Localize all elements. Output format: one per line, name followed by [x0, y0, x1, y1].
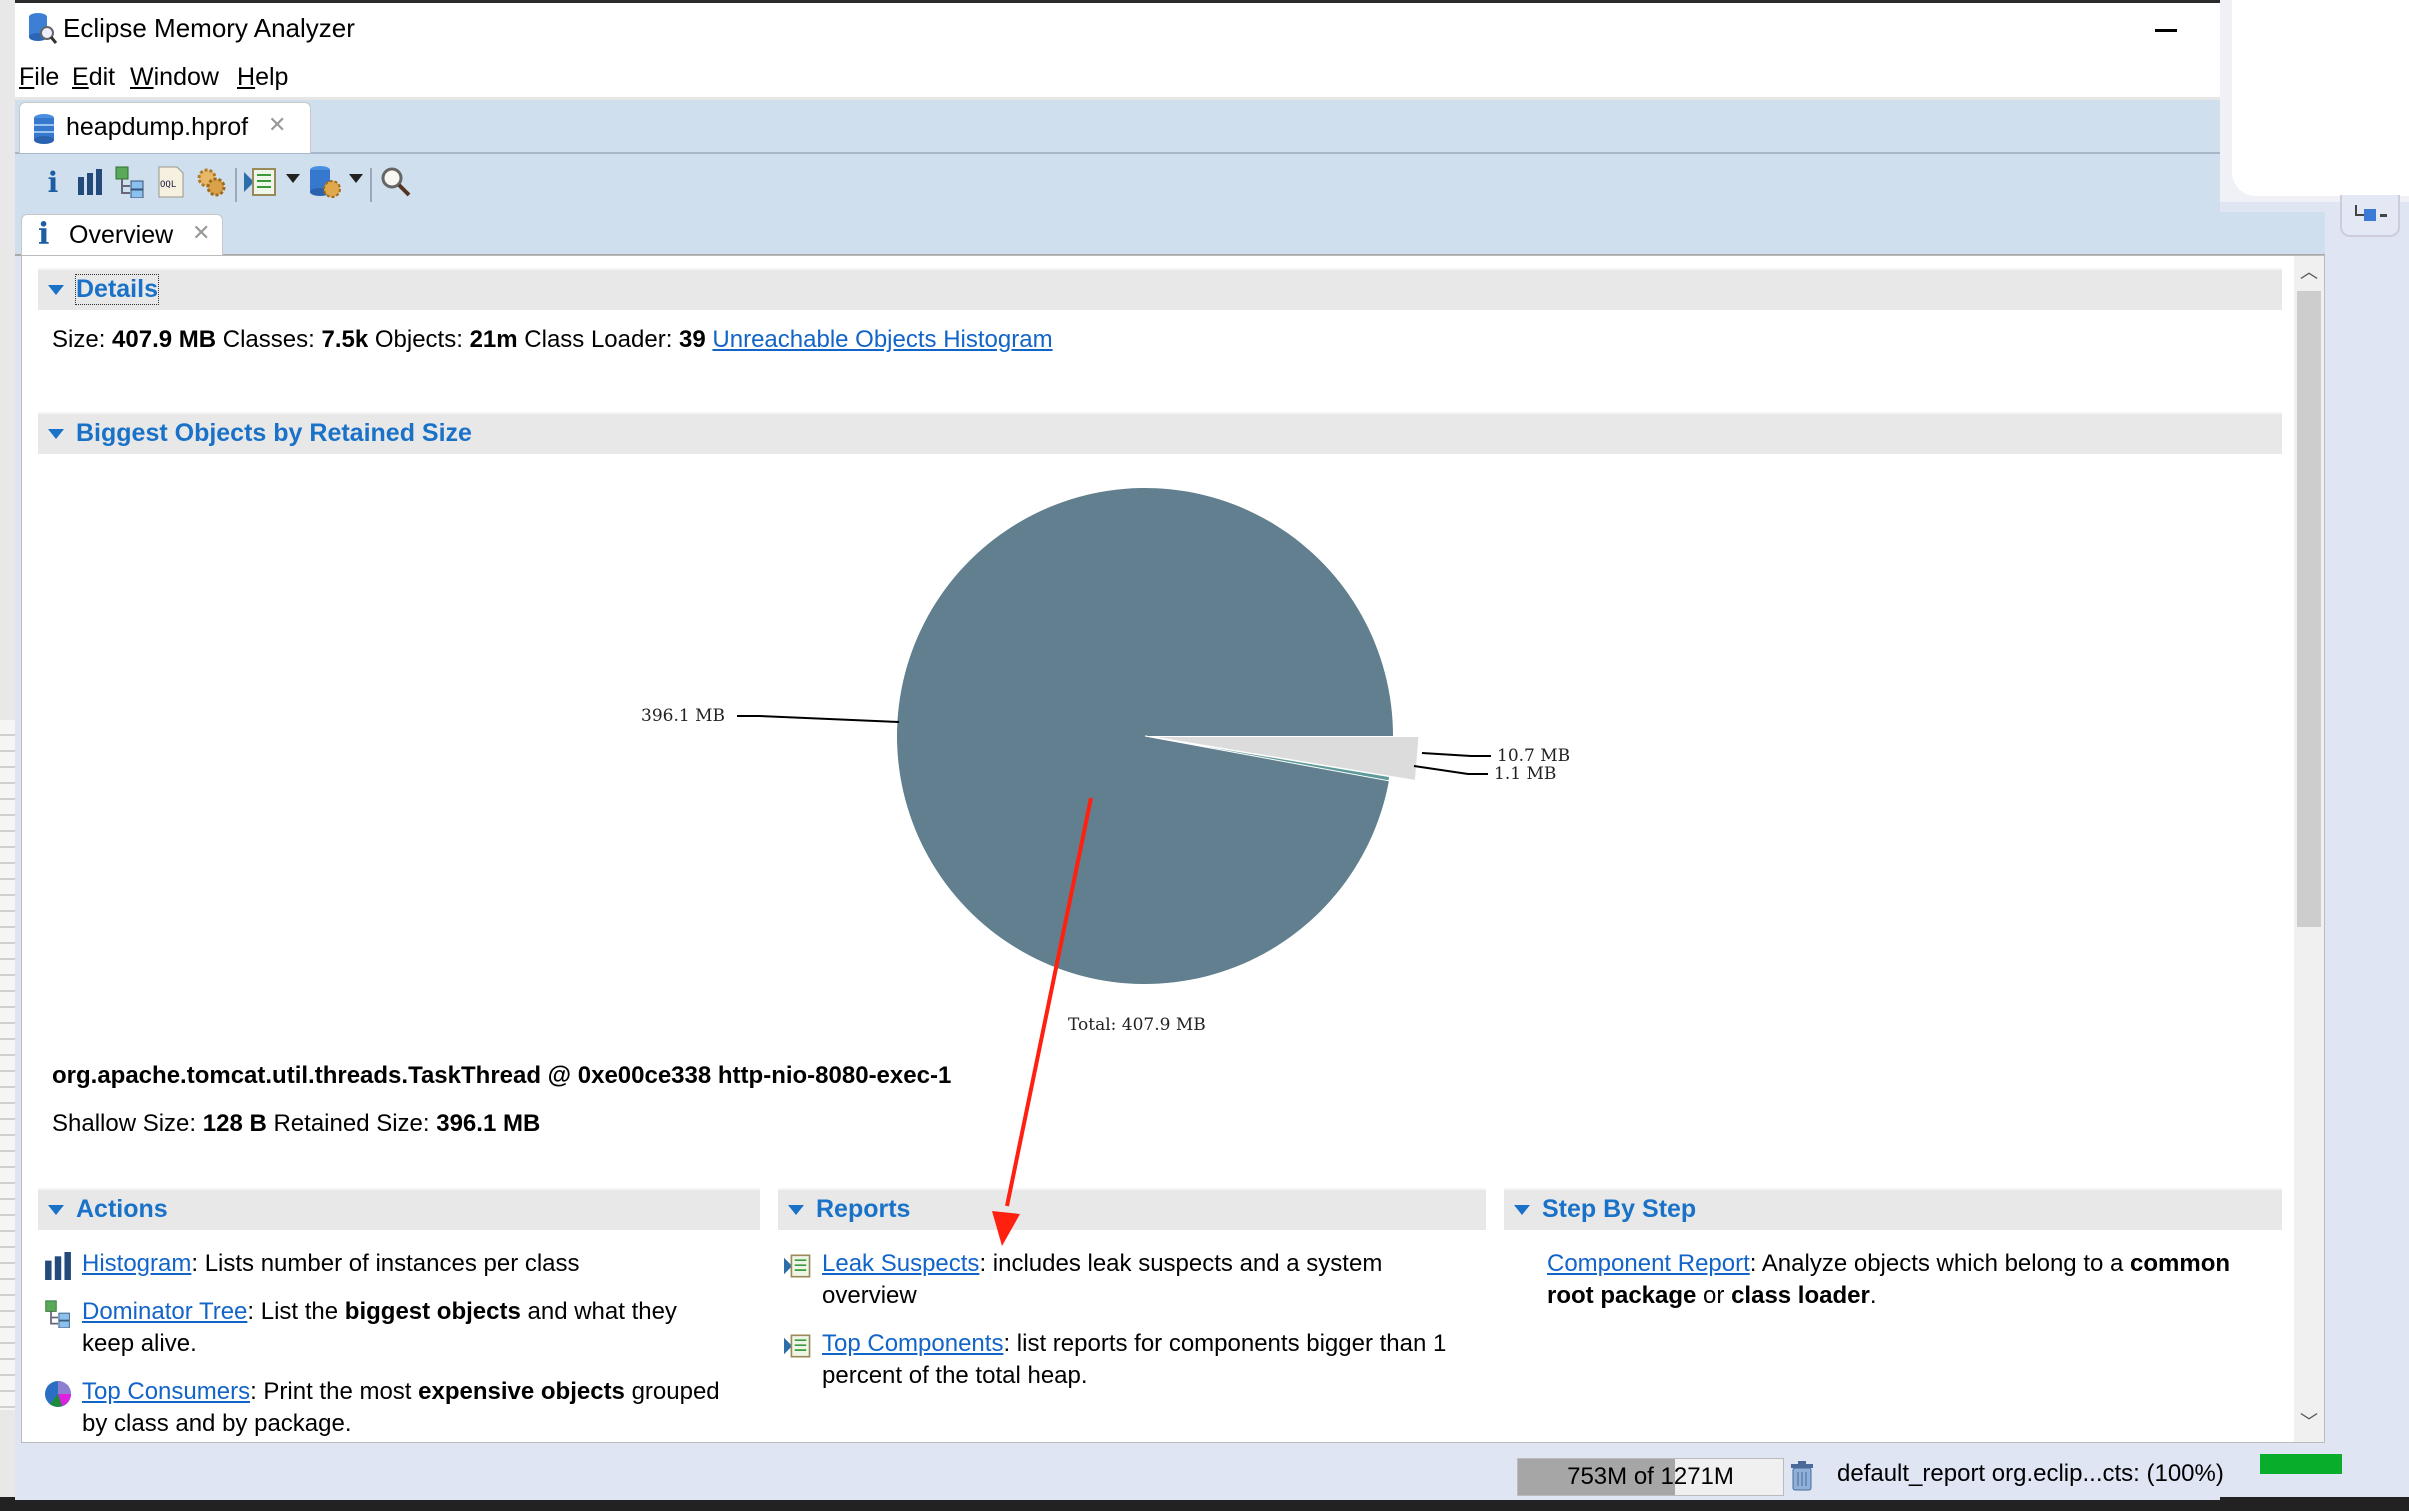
scroll-down-icon[interactable]: ﹀ — [2294, 1408, 2324, 1438]
query-browser-icon — [310, 166, 341, 198]
oql-icon: OQL — [158, 166, 184, 198]
menu-help[interactable]: Help — [237, 63, 288, 92]
overview-content: Details Size: 407.9 MB Classes: 7.5k Obj… — [21, 255, 2325, 1443]
menu-window[interactable]: Window — [130, 63, 219, 92]
tab-overview-label: Overview — [69, 221, 174, 249]
perspective-icon — [2355, 205, 2387, 221]
editor-tab-label: heapdump.hprof — [66, 113, 249, 141]
oql-button[interactable]: OQL — [153, 164, 189, 200]
close-icon[interactable]: ✕ — [268, 113, 286, 138]
perspective-switcher-button[interactable] — [2340, 195, 2400, 237]
heap-dump-details-button[interactable] — [193, 164, 229, 200]
tab-overview[interactable]: i Overview ✕ — [21, 214, 223, 257]
background-window-fragment — [0, 0, 15, 1511]
heap-dump-file-icon — [34, 114, 54, 144]
histogram-button[interactable] — [72, 164, 108, 200]
minimize-button[interactable] — [2155, 29, 2177, 32]
toolbar-separator — [235, 168, 237, 202]
scrollbar-thumb[interactable] — [2297, 291, 2321, 927]
heap-status-text: 753M of 1271M — [1567, 1463, 1734, 1490]
app-window: Eclipse Memory Analyzer File Edit Window… — [15, 0, 2325, 1500]
editor-tab-heapdump[interactable]: heapdump.hprof ✕ — [19, 102, 311, 153]
job-status-text: default_report org.eclip...cts: (100%) — [1837, 1460, 2224, 1487]
vertical-scrollbar[interactable]: ︿ ﹀ — [2294, 256, 2324, 1442]
annotation-arrow — [992, 797, 1093, 1246]
overlay-panel — [2220, 0, 2409, 202]
dominator-tree-icon — [115, 166, 144, 198]
menu-bar: File Edit Window Help — [15, 55, 2220, 100]
run-report-button[interactable] — [243, 164, 279, 200]
search-icon — [381, 167, 411, 197]
toolbar: i OQL — [15, 154, 2220, 212]
query-dropdown-arrow[interactable] — [349, 174, 363, 183]
menu-file[interactable]: File — [19, 63, 59, 92]
dominator-tree-button[interactable] — [112, 164, 148, 200]
info-icon: i — [38, 217, 50, 252]
close-icon[interactable]: ✕ — [192, 221, 210, 246]
trash-icon[interactable] — [1790, 1460, 1814, 1492]
query-browser-button[interactable] — [307, 164, 343, 200]
gears-icon — [197, 168, 226, 197]
status-bar: 753M of 1271M default_report org.eclip..… — [15, 1446, 2224, 1500]
menu-edit[interactable]: Edit — [72, 63, 115, 92]
search-button[interactable] — [378, 164, 414, 200]
title-bar: Eclipse Memory Analyzer — [15, 3, 2220, 55]
view-tab-bar: i Overview ✕ — [15, 212, 2325, 257]
toolbar-separator — [370, 168, 372, 202]
svg-text:OQL: OQL — [160, 180, 176, 190]
report-icon — [244, 168, 276, 196]
histogram-icon — [78, 169, 102, 195]
window-title: Eclipse Memory Analyzer — [63, 13, 355, 43]
editor-tab-bar: heapdump.hprof ✕ — [15, 100, 2220, 154]
heap-status[interactable]: 753M of 1271M — [1517, 1458, 1784, 1496]
job-progress-bar[interactable] — [2260, 1454, 2342, 1474]
arrow-head — [992, 1211, 1020, 1246]
report-dropdown-arrow[interactable] — [286, 174, 300, 183]
overview-button[interactable]: i — [35, 164, 71, 200]
scroll-up-icon[interactable]: ︿ — [2294, 258, 2324, 288]
app-logo-icon — [29, 13, 57, 44]
info-icon: i — [47, 165, 59, 199]
